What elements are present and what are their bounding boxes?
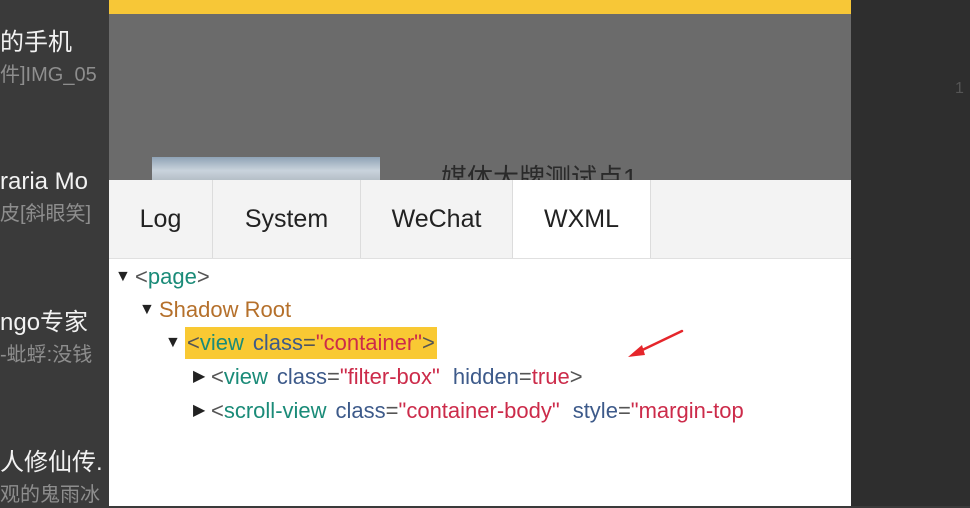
equals-sign: =	[518, 364, 532, 389]
chat-item[interactable]: 的手机 件]IMG_05	[0, 28, 110, 88]
tag-open-bracket: <	[187, 330, 200, 355]
equals-sign: =	[327, 364, 340, 389]
attr-name: class	[335, 398, 386, 423]
chat-title: ngo专家	[0, 309, 89, 336]
article-thumbnail[interactable]	[152, 157, 380, 180]
chat-title: raria Mo	[0, 168, 89, 195]
app-nav-bar	[109, 0, 851, 14]
attr-name: class	[252, 330, 303, 355]
equals-sign: =	[617, 398, 631, 423]
chat-snippet: 件]IMG_05	[0, 64, 97, 86]
chat-snippet: 皮[斜眼笑]	[0, 203, 92, 225]
chat-snippet: 观的鬼雨冰	[0, 484, 100, 506]
tag-close-bracket: >	[569, 364, 583, 389]
chat-snippet: -蚍蜉:没钱	[0, 344, 93, 366]
chat-title: 人修仙传.	[0, 449, 103, 476]
tree-node-scroll-view[interactable]: ▶ < scroll-view class = "container-body" styl…	[193, 395, 744, 427]
collapsed-triangle-icon[interactable]: ▶	[193, 361, 211, 393]
tag-name: view	[223, 364, 268, 389]
shadow-root-label: Shadow Root	[159, 297, 292, 322]
attr-name: style	[572, 398, 618, 423]
devtools-tabs: Log System WeChat WXML	[109, 180, 851, 259]
tab-wechat[interactable]: WeChat	[361, 180, 513, 258]
selected-node-highlight[interactable]: <view class="container">	[185, 327, 437, 359]
phone-simulator: 媒体大牌测试点1 Log System WeChat WXML ▼ < page…	[109, 0, 851, 506]
equals-sign: =	[303, 330, 316, 355]
expanded-triangle-icon[interactable]: ▼	[115, 261, 135, 293]
collapsed-triangle-icon[interactable]: ▶	[193, 395, 211, 427]
article-title[interactable]: 媒体大牌测试点1	[441, 158, 637, 180]
attr-value: "margin-top	[630, 398, 744, 423]
tree-node-shadow-root[interactable]: ▼ Shadow Root	[139, 294, 291, 326]
attr-value: "container-body"	[398, 398, 560, 423]
tab-system[interactable]: System	[213, 180, 361, 258]
tab-wxml[interactable]: WXML	[513, 180, 651, 258]
tag-name: view	[199, 330, 244, 355]
app-content: 媒体大牌测试点1	[109, 14, 851, 180]
attr-name: hidden	[452, 364, 519, 389]
tab-log[interactable]: Log	[109, 180, 213, 258]
attr-value: "filter-box"	[339, 364, 440, 389]
expanded-triangle-icon[interactable]: ▼	[165, 327, 185, 359]
tag-open-bracket: <	[211, 398, 224, 423]
chat-title: 的手机	[0, 29, 72, 56]
attr-name: class	[276, 364, 327, 389]
chat-item[interactable]: raria Mo 皮[斜眼笑]	[0, 167, 110, 227]
attr-value: "container"	[315, 330, 422, 355]
annotation-arrow-icon	[628, 329, 684, 357]
wxml-tree: ▼ < page > ▼ Shadow Root ▼ <view class="c…	[109, 259, 851, 506]
tag-close-bracket: >	[196, 264, 210, 289]
tag-close-bracket: >	[421, 330, 435, 355]
tag-name: scroll-view	[223, 398, 327, 423]
tag-name: page	[147, 264, 197, 289]
right-pane	[851, 0, 970, 506]
expanded-triangle-icon[interactable]: ▼	[139, 294, 159, 326]
tag-open-bracket: <	[211, 364, 224, 389]
tree-node-container[interactable]: ▼ <view class="container">	[165, 327, 437, 359]
chat-item[interactable]: 人修仙传. 观的鬼雨冰	[0, 448, 110, 508]
tree-node-page[interactable]: ▼ < page >	[115, 261, 210, 293]
equals-sign: =	[385, 398, 399, 423]
tree-node-filter-box[interactable]: ▶ < view class = "filter-box" hidden = true >	[193, 361, 583, 393]
attr-value: true	[531, 364, 570, 389]
chat-item[interactable]: ngo专家 -蚍蜉:没钱	[0, 308, 110, 368]
right-mark: 1	[955, 80, 964, 97]
tag-open-bracket: <	[135, 264, 148, 289]
